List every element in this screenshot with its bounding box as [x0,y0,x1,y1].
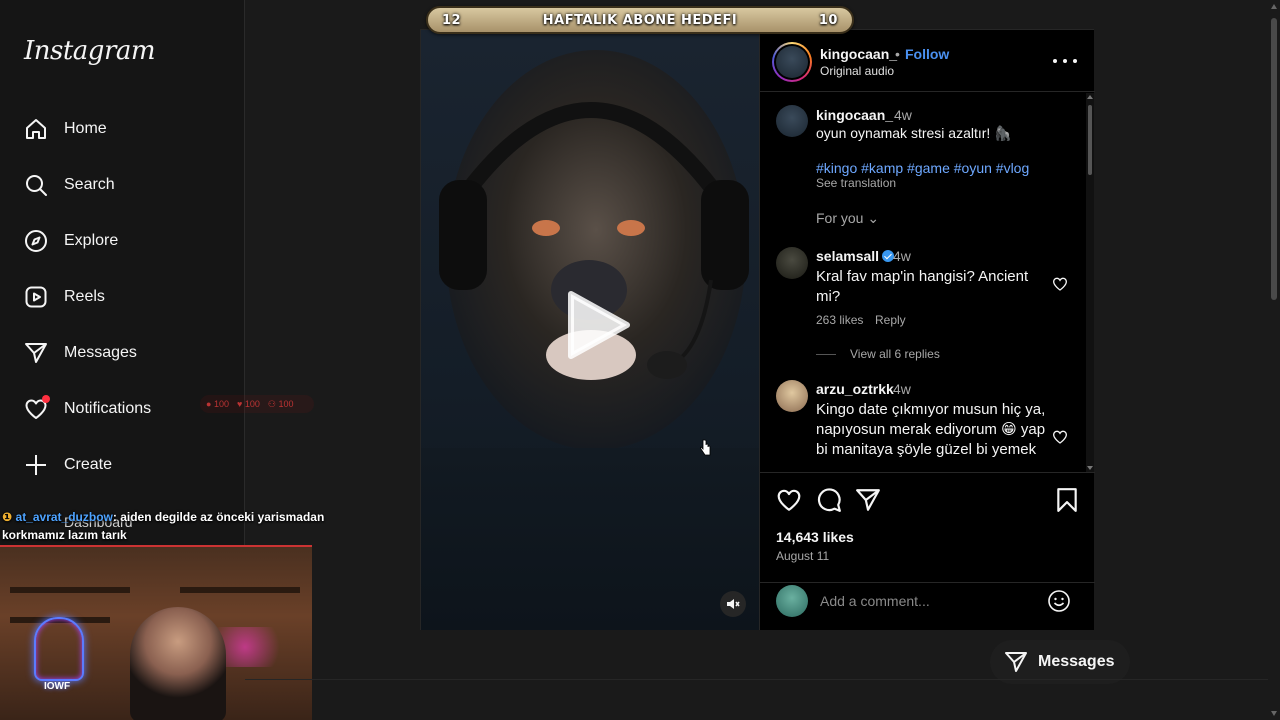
heart-icon [24,395,50,421]
divider [245,679,1268,680]
reels-icon [24,285,48,309]
for-you-dropdown[interactable]: For you ⌄ [816,210,879,227]
caption-hashtags[interactable]: #kingo #kamp #game #oyun #vlog [816,160,1029,176]
streamer [130,607,226,720]
stream-chat-message: ❶ at_avrat_duzbow: aiden degilde az önce… [2,508,332,544]
author-username[interactable]: kingocaan_ [820,46,897,62]
plus-icon [24,453,48,477]
comment-username[interactable]: selamsall [816,248,895,264]
goal-current: 12 [442,12,462,28]
video-lower-area [421,448,759,630]
sidebar-item-home[interactable]: Home [12,105,234,153]
video-frame [439,50,749,450]
audio-label[interactable]: Original audio [820,64,894,78]
like-count: ♥ 100 [236,399,260,409]
paper-plane-icon [24,341,48,365]
neon-logo [34,617,84,681]
speaker-muted-icon [727,599,740,609]
reply-button[interactable]: Reply [875,313,906,327]
current-user-avatar [776,585,808,617]
view-replies-button[interactable]: View all 6 replies [850,347,940,361]
sidebar-item-label: Explore [64,232,119,249]
author-avatar[interactable] [772,42,812,82]
post-date: August 11 [776,549,830,563]
post-actions: 14,643 likes August 11 [760,472,1095,582]
sidebar-item-create[interactable]: Create [12,441,234,489]
comment-username[interactable]: arzu_oztrkk [816,381,894,397]
app-root: Instagram Home Search Explore Reels Mess… [0,0,1280,720]
post-header: kingocaan_ • Follow Original audio [760,30,1095,92]
chat-username: at_avrat_duzbow [15,510,113,524]
comments-scrollbar[interactable] [1086,93,1094,472]
separator-dot: • [895,46,900,62]
caption-text: oyun oynamak stresi azaltır! 🦍 [816,125,1012,141]
share-paper-plane-icon[interactable] [855,487,881,513]
paper-plane-icon [1005,652,1027,672]
avatar[interactable] [776,105,808,137]
sidebar-item-label: Search [64,176,115,193]
goal-title: HAFTALIK ABONE HEDEFI [542,12,738,28]
chevron-down-icon: ⌄ [867,210,880,226]
reel-video[interactable] [421,30,759,630]
comment-text: Kral fav map'in hangisi? Ancient mi? [816,268,1029,305]
comment-input[interactable] [820,591,1040,611]
search-icon [24,173,48,197]
sidebar-item-reels[interactable]: Reels [12,273,234,321]
goal-target: 10 [818,12,838,28]
messages-floating-button[interactable]: Messages [990,640,1130,684]
sidebar-item-label: Home [64,120,107,137]
like-comment-heart-icon[interactable] [1052,429,1068,445]
avatar[interactable] [776,380,808,412]
hand-cursor-icon [700,439,711,456]
caption-time: 4w [894,107,912,123]
follow-button[interactable]: Follow [905,46,949,62]
emoji-smile-icon[interactable] [1047,589,1071,613]
comment-time: 4w [893,381,911,397]
messages-label: Messages [1038,653,1115,670]
chat-badge-icon: ❶ [2,510,13,524]
follower-count: ⚇ 100 [267,398,294,409]
subscriber-goal-banner: 12 HAFTALIK ABONE HEDEFI 10 [426,6,854,34]
comment-time: 4w [893,248,911,264]
home-icon [24,117,48,141]
comment-count: ● 100 [206,399,229,409]
add-comment-bar [760,582,1095,630]
instagram-logo[interactable]: Instagram [24,36,156,66]
more-options-button[interactable] [1053,54,1077,68]
page-scrollbar[interactable] [1268,0,1280,720]
like-heart-icon[interactable] [776,487,802,513]
notification-stats: ● 100 ♥ 100 ⚇ 100 [200,395,314,413]
webcam-overlay: IOWF [0,545,312,720]
avatar[interactable] [776,247,808,279]
replies-divider [816,354,836,355]
sidebar-item-label: Messages [64,344,137,361]
caption-username[interactable]: kingocaan_ [816,107,893,123]
mute-button[interactable] [720,591,746,617]
neon-logo-text: IOWF [44,681,71,692]
see-translation-link[interactable]: See translation [816,176,896,190]
likes-count[interactable]: 14,643 likes [776,529,854,545]
sidebar-item-label: Notifications [64,400,152,417]
sidebar-item-messages[interactable]: Messages [12,329,234,377]
sidebar-item-explore[interactable]: Explore [12,217,234,265]
sidebar-item-label: Create [64,456,113,473]
post-side-panel: kingocaan_ • Follow Original audio kingo… [759,30,1095,630]
comment-bubble-icon[interactable] [816,487,842,513]
comment-text: Kingo date çıkmıyor musun hiç ya, napıyo… [816,401,1046,458]
comments-list: kingocaan_ 4w oyun oynamak stresi azaltı… [760,93,1095,472]
sidebar-item-search[interactable]: Search [12,161,234,209]
bookmark-icon[interactable] [1054,487,1080,513]
comment-likes[interactable]: 263 likes [816,313,863,327]
sidebar-item-label: Reels [64,288,105,305]
play-button[interactable] [561,290,631,360]
post-modal: kingocaan_ • Follow Original audio kingo… [420,29,1095,630]
compass-icon [24,229,48,253]
notification-dot [42,395,50,403]
like-comment-heart-icon[interactable] [1052,276,1068,292]
